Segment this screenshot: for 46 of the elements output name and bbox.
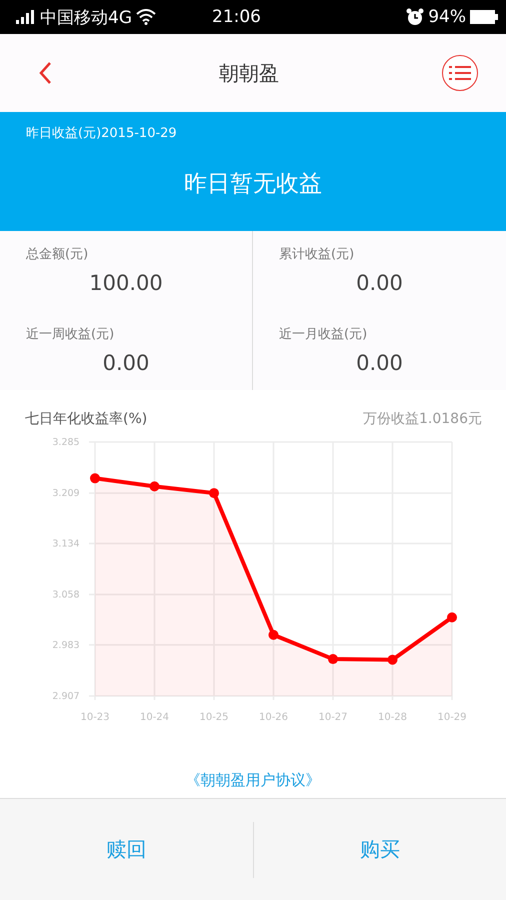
- action-button[interactable]: 赎回: [0, 799, 252, 900]
- stat-label: 累计收益(元): [279, 246, 356, 263]
- x-tick-label: 10-23: [80, 712, 110, 723]
- y-tick-label: 3.209: [52, 488, 80, 500]
- banner-label: 昨日收益(元)2015-10-29: [26, 125, 178, 142]
- point: [209, 488, 219, 498]
- agreement-link[interactable]: 《朝朝盈用户协议》: [186, 771, 320, 790]
- point: [268, 630, 278, 640]
- x-tick-label: 10-28: [378, 712, 408, 723]
- x-tick-label: 10-24: [140, 712, 170, 723]
- point: [447, 612, 457, 622]
- stat-label: 近一周收益(元): [26, 326, 116, 342]
- point: [150, 481, 160, 492]
- point: [388, 654, 398, 665]
- x-tick-label: 10-27: [318, 712, 348, 723]
- stat-value: 0.00: [102, 350, 150, 374]
- carrier-text: 中国移动4G: [40, 6, 132, 28]
- chart-title: 七日年化收益率(%): [25, 410, 148, 429]
- x-tick-label: 10-26: [258, 712, 288, 723]
- chart-note: 万份收益1.0186元: [363, 410, 482, 429]
- action-button[interactable]: 购买: [254, 799, 506, 900]
- point: [328, 654, 338, 664]
- banner-message: 昨日暂无收益: [183, 170, 323, 199]
- stat-label: 总金额(元): [26, 246, 90, 263]
- back-icon: [38, 61, 52, 85]
- point: [90, 473, 100, 484]
- y-tick-label: 2.907: [52, 691, 80, 702]
- battery-percent: 94%: [428, 7, 466, 27]
- y-tick-label: 3.285: [52, 437, 80, 448]
- alarm-icon: [406, 8, 424, 26]
- stat-value: 0.00: [355, 271, 404, 295]
- x-tick-label: 10-25: [199, 712, 229, 723]
- stat-value: 0.00: [355, 350, 404, 374]
- y-tick-label: 3.058: [52, 590, 80, 601]
- menu-button[interactable]: [442, 55, 478, 91]
- wifi-icon: [136, 9, 156, 25]
- stat-value: 100.00: [88, 271, 164, 295]
- page-title: 朝朝盈: [219, 60, 279, 86]
- x-tick-label: 10-29: [437, 712, 467, 723]
- stat-label: 近一月收益(元): [279, 326, 368, 342]
- y-tick-label: 2.983: [52, 640, 80, 651]
- clock-text: 21:06: [212, 7, 261, 27]
- signal-icon: [16, 10, 36, 24]
- y-tick-label: 3.134: [52, 538, 80, 550]
- battery-icon: [470, 10, 498, 24]
- menu-icon: [449, 65, 471, 81]
